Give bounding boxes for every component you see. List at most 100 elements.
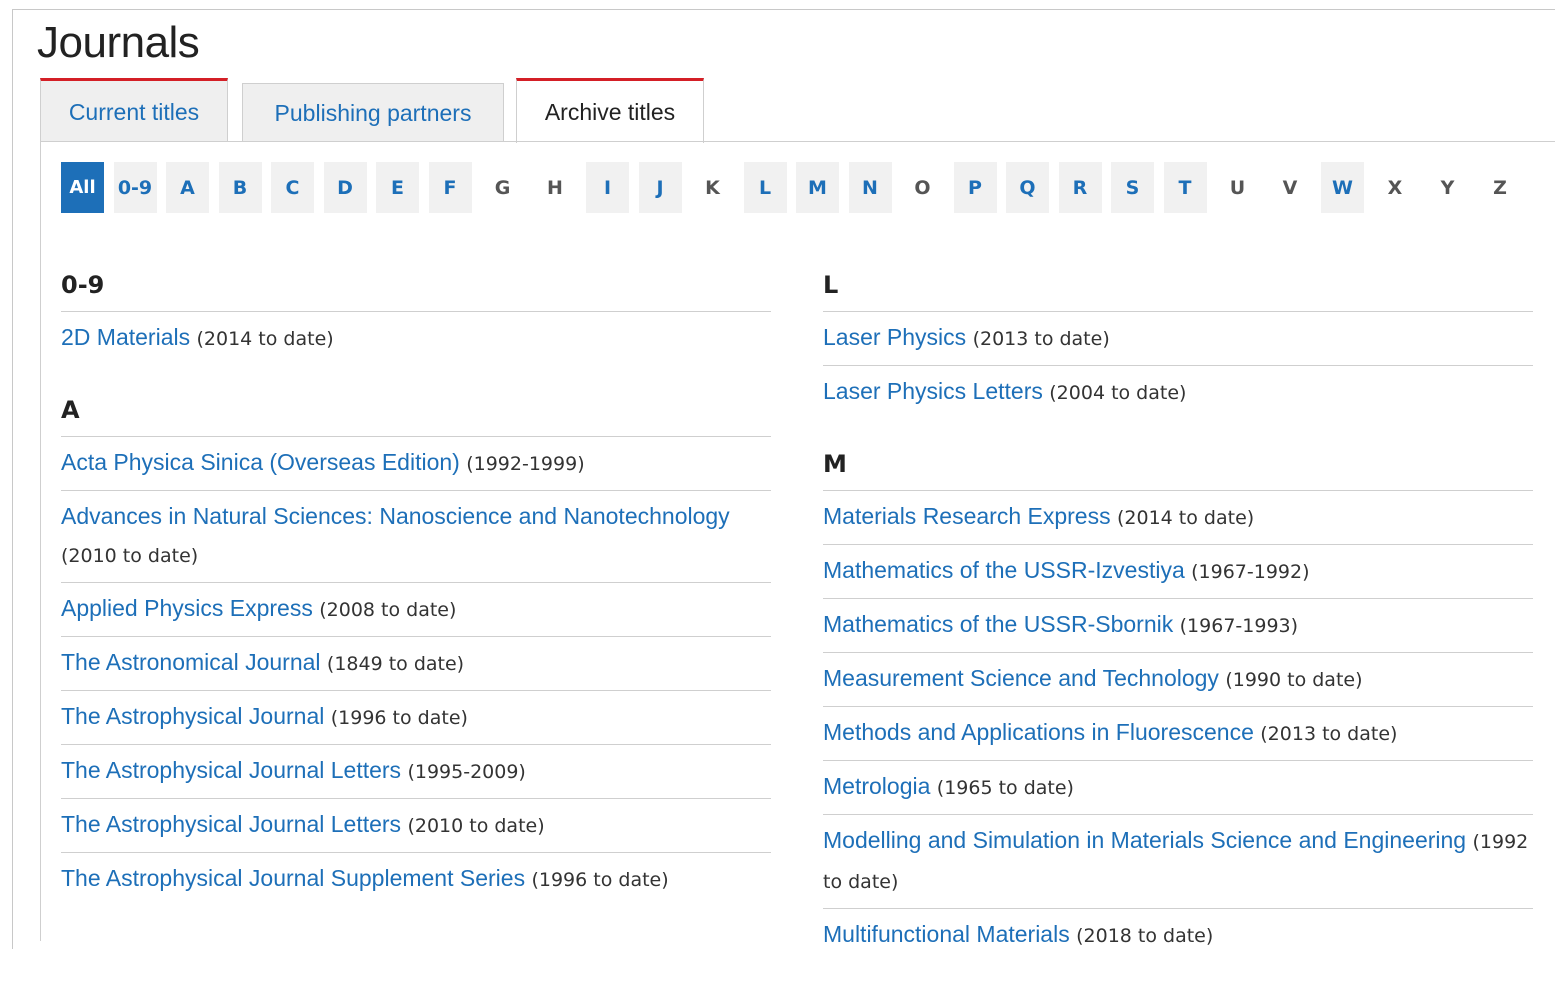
section-heading: M xyxy=(823,441,1533,491)
journal-row: Modelling and Simulation in Materials Sc… xyxy=(823,815,1533,909)
journal-title-link[interactable]: Methods and Applications in Fluorescence xyxy=(823,719,1254,745)
letter-filter-c[interactable]: C xyxy=(271,162,314,213)
tab-label: Archive titles xyxy=(544,98,676,125)
journal-years: (1995-2009) xyxy=(407,761,526,783)
journal-row: Mathematics of the USSR-Sbornik (1967-19… xyxy=(823,599,1533,653)
journal-title-link[interactable]: Advances in Natural Sciences: Nanoscienc… xyxy=(61,503,730,529)
section-heading: L xyxy=(823,262,1533,312)
letter-filter-all[interactable]: All xyxy=(61,162,104,213)
letter-filter-0-9[interactable]: 0-9 xyxy=(113,162,157,213)
letter-filter-t[interactable]: T xyxy=(1163,162,1207,213)
tab-publishing-partners[interactable]: Publishing partners xyxy=(242,83,504,142)
letter-filter-z: Z xyxy=(1493,176,1507,199)
journal-row: The Astrophysical Journal (1996 to date) xyxy=(61,691,771,745)
journal-title-link[interactable]: The Astrophysical Journal Letters xyxy=(61,811,401,837)
journal-row: Multifunctional Materials (2018 to date) xyxy=(823,909,1533,962)
tab-label: Publishing partners xyxy=(274,99,472,126)
journal-list: Laser Physics (2013 to date) Laser Physic… xyxy=(823,312,1533,419)
journal-column-left: 0-9 2D Materials (2014 to date) A Acta Phys… xyxy=(61,262,771,928)
journal-years: (1992-1999) xyxy=(466,453,585,475)
letter-filter-m[interactable]: M xyxy=(796,162,839,213)
journal-row: The Astronomical Journal (1849 to date) xyxy=(61,637,771,691)
letter-filter-d[interactable]: D xyxy=(323,162,367,213)
section-heading: A xyxy=(61,387,771,437)
journal-title-link[interactable]: Acta Physica Sinica (Overseas Edition) xyxy=(61,449,460,475)
journal-years: (1849 to date) xyxy=(326,653,465,675)
journal-list: Acta Physica Sinica (Overseas Edition) (… xyxy=(61,437,771,906)
journal-title-link[interactable]: Laser Physics Letters xyxy=(823,378,1043,404)
letter-filter-b[interactable]: B xyxy=(218,162,262,213)
journal-title-link[interactable]: Applied Physics Express xyxy=(61,595,313,621)
journal-row: Laser Physics (2013 to date) xyxy=(823,312,1533,366)
journal-title-link[interactable]: The Astrophysical Journal Supplement Ser… xyxy=(61,865,525,891)
journal-years: (2014 to date) xyxy=(196,328,334,350)
journal-row: Metrologia (1965 to date) xyxy=(823,761,1533,815)
letter-filter-g: G xyxy=(494,176,511,199)
journal-row: The Astrophysical Journal Letters (2010 … xyxy=(61,799,771,853)
letter-filter-q[interactable]: Q xyxy=(1006,162,1049,213)
journal-section-m: M Materials Research Express (2014 to dat… xyxy=(823,441,1533,962)
letter-filter-o: O xyxy=(914,176,931,199)
journal-years: (2018 to date) xyxy=(1076,925,1214,947)
journal-title-link[interactable]: Modelling and Simulation in Materials Sc… xyxy=(823,827,1466,853)
journal-years: (2004 to date) xyxy=(1049,382,1187,404)
journal-row: Mathematics of the USSR-Izvestiya (1967-… xyxy=(823,545,1533,599)
journal-years: (2013 to date) xyxy=(1260,723,1398,745)
letter-filter-e[interactable]: E xyxy=(376,162,419,213)
journal-title-link[interactable]: The Astrophysical Journal xyxy=(61,703,324,729)
journal-row: Materials Research Express (2014 to date… xyxy=(823,491,1533,545)
journal-row: Acta Physica Sinica (Overseas Edition) (… xyxy=(61,437,771,491)
journal-years: (1967-1992) xyxy=(1191,561,1310,583)
tab-label: Current titles xyxy=(68,99,200,125)
section-heading: 0-9 xyxy=(61,262,771,312)
journal-row: Laser Physics Letters (2004 to date) xyxy=(823,366,1533,419)
letter-filter-i[interactable]: I xyxy=(586,162,629,213)
letter-filter-a[interactable]: A xyxy=(166,162,209,213)
letter-filter-j[interactable]: J xyxy=(638,162,682,213)
journal-years: (2013 to date) xyxy=(972,328,1110,350)
letter-filter-x: X xyxy=(1387,176,1403,199)
journal-years: (2008 to date) xyxy=(319,599,457,621)
journal-row: 2D Materials (2014 to date) xyxy=(61,312,771,365)
journal-section-l: L Laser Physics (2013 to date) Laser Physi… xyxy=(823,262,1533,419)
journal-title-link[interactable]: Laser Physics xyxy=(823,324,966,350)
journal-section-a: A Acta Physica Sinica (Overseas Edition) … xyxy=(61,387,771,906)
journal-row: Advances in Natural Sciences: Nanoscienc… xyxy=(61,491,771,583)
journal-row: The Astrophysical Journal Letters (1995-… xyxy=(61,745,771,799)
letter-filter-r[interactable]: R xyxy=(1058,162,1102,213)
journal-title-link[interactable]: Multifunctional Materials xyxy=(823,921,1070,947)
page-title: Journals xyxy=(37,18,200,67)
journal-title-link[interactable]: Mathematics of the USSR-Sbornik xyxy=(823,611,1173,637)
letter-filter-y: Y xyxy=(1440,176,1455,199)
tab-current-titles[interactable]: Current titles xyxy=(40,78,228,142)
tab-archive-titles[interactable]: Archive titles xyxy=(516,78,704,143)
journal-title-link[interactable]: 2D Materials xyxy=(61,324,190,350)
journal-row: Methods and Applications in Fluorescence… xyxy=(823,707,1533,761)
letter-filter-p[interactable]: P xyxy=(953,162,997,213)
journal-row: The Astrophysical Journal Supplement Ser… xyxy=(61,853,771,906)
journal-years: (1967-1993) xyxy=(1179,615,1299,637)
letter-filter-v: V xyxy=(1282,176,1298,199)
letter-filter-n[interactable]: N xyxy=(848,162,892,213)
journal-title-link[interactable]: The Astronomical Journal xyxy=(61,649,321,675)
letter-filter-f[interactable]: F xyxy=(428,162,472,213)
journal-title-link[interactable]: Mathematics of the USSR-Izvestiya xyxy=(823,557,1185,583)
journal-title-link[interactable]: Measurement Science and Technology xyxy=(823,665,1219,691)
letter-filter-l[interactable]: L xyxy=(743,162,787,213)
journal-years: (1965 to date) xyxy=(936,777,1074,799)
letter-filter-k: K xyxy=(705,176,720,199)
letter-filter-w[interactable]: W xyxy=(1321,162,1364,213)
letter-filter-s[interactable]: S xyxy=(1111,162,1154,213)
journal-title-link[interactable]: The Astrophysical Journal Letters xyxy=(61,757,401,783)
journal-section-0-9: 0-9 2D Materials (2014 to date) xyxy=(61,262,771,365)
journal-years: (1990 to date) xyxy=(1225,669,1363,691)
journal-row: Applied Physics Express (2008 to date) xyxy=(61,583,771,637)
journal-years: (2010 to date) xyxy=(407,815,545,837)
journal-title-link[interactable]: Metrologia xyxy=(823,773,930,799)
journal-row: Measurement Science and Technology (1990… xyxy=(823,653,1533,707)
letter-filter-u: U xyxy=(1229,176,1246,199)
journal-title-link[interactable]: Materials Research Express xyxy=(823,503,1111,529)
journal-years: (1996 to date) xyxy=(330,707,468,729)
journal-list: 2D Materials (2014 to date) xyxy=(61,312,771,365)
letter-filter-h: H xyxy=(547,176,563,199)
